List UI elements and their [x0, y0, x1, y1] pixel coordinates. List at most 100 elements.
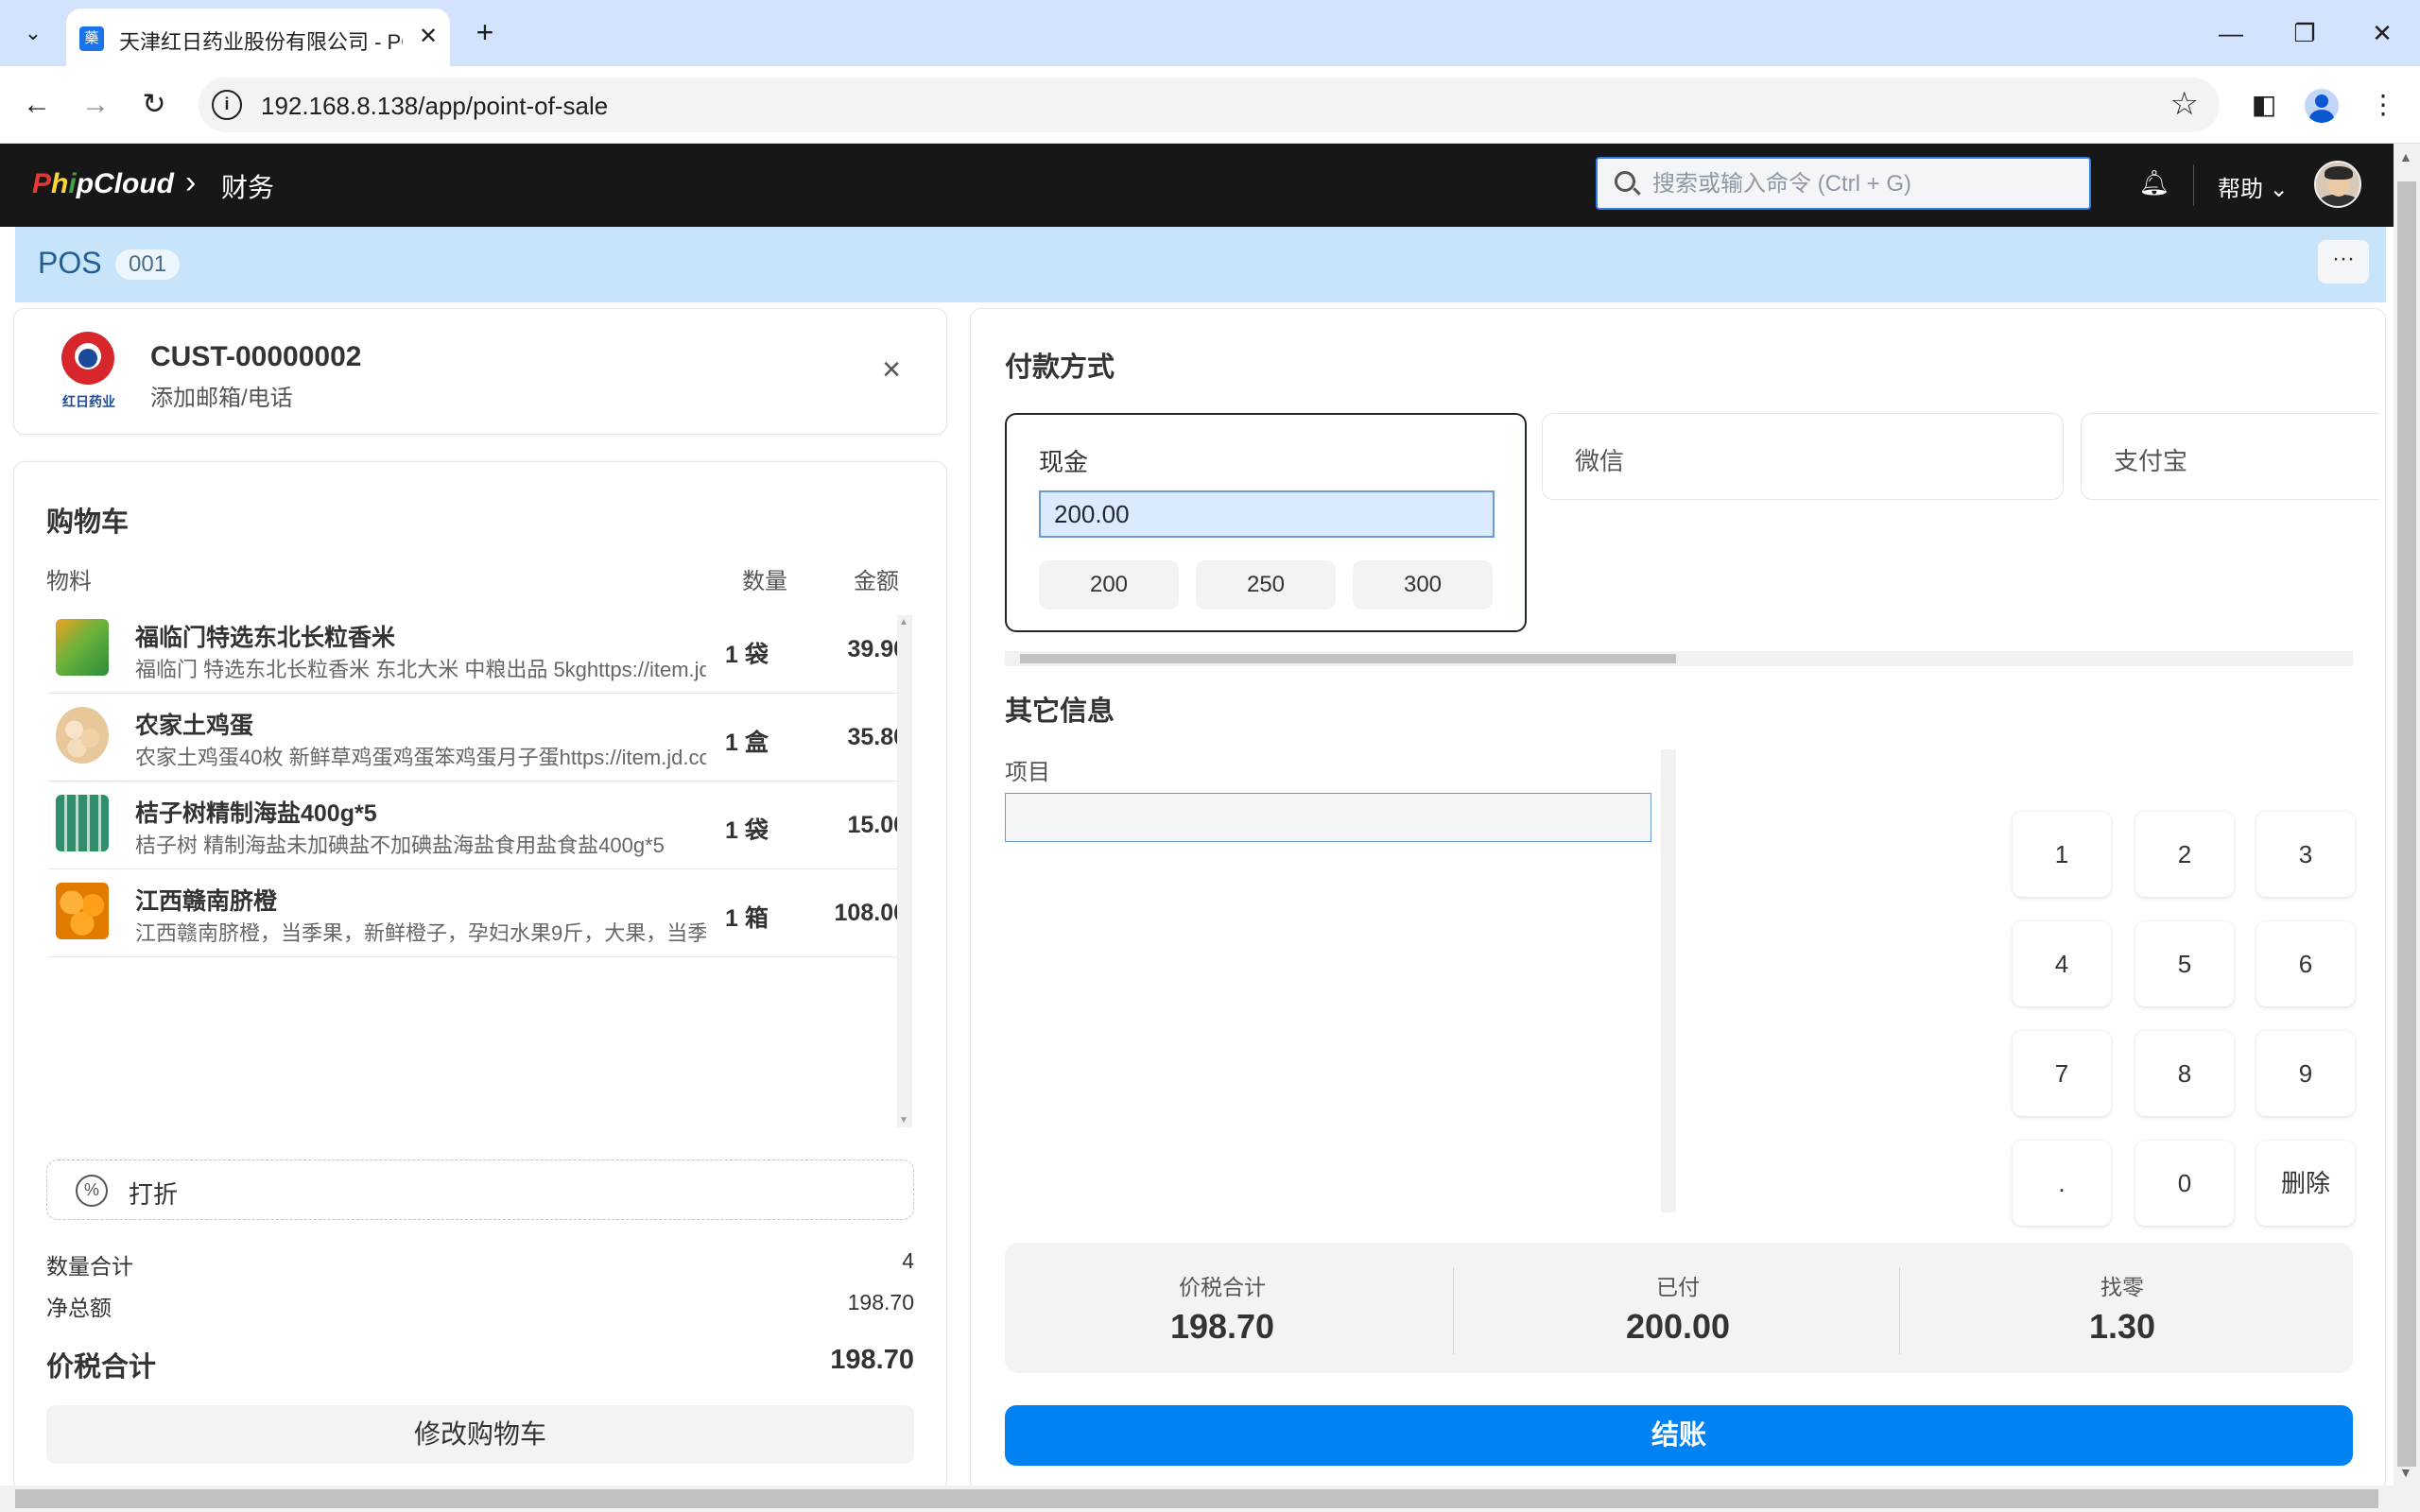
restore-window-icon[interactable]: ❐ [2276, 13, 2333, 53]
tab-favicon-icon: 藥 [79, 26, 104, 51]
payment-mode-label: 现金 [1039, 448, 1089, 476]
browser-menu-icon[interactable]: ⋮ [2363, 85, 2403, 125]
scroll-down-arrow-icon[interactable]: ▼ [899, 1115, 908, 1125]
browser-profile-icon[interactable] [2305, 89, 2339, 123]
item-name: 福临门特选东北长粒香米 [135, 625, 396, 651]
rice-bag-image [56, 619, 109, 676]
navbar-divider [2193, 164, 2194, 206]
other-info-title: 其它信息 [1005, 696, 1115, 727]
search-input[interactable] [1652, 170, 2068, 198]
keypad-key-8[interactable]: 8 [2135, 1031, 2234, 1116]
item-qty: 1 袋 [725, 817, 769, 844]
oranges-image [56, 883, 109, 939]
discount-button[interactable]: % 打折 [46, 1160, 914, 1220]
customer-logo: 红日药业 [56, 332, 122, 417]
site-info-icon[interactable]: i [212, 90, 242, 120]
total-change: 找零 1.30 [2088, 1275, 2156, 1346]
browser-tab-active[interactable]: 藥 天津红日药业股份有限公司 - POS ✕ [66, 9, 450, 66]
cash-amount-input[interactable] [1039, 490, 1495, 538]
keypad-key-0[interactable]: 0 [2135, 1141, 2234, 1226]
eggs-image [56, 707, 109, 764]
scroll-up-arrow-icon[interactable]: ▲ [899, 617, 908, 627]
cart-item[interactable]: 福临门特选东北长粒香米 福临门 特选东北长粒香米 东北大米 中粮出品 5kght… [48, 606, 908, 694]
page-horizontal-scrollbar[interactable] [0, 1486, 2420, 1512]
quick-amount-button[interactable]: 200 [1039, 560, 1179, 610]
item-name: 江西赣南脐橙 [135, 888, 278, 915]
keypad-key-9[interactable]: 9 [2256, 1031, 2355, 1116]
total-grand: 价税合计 198.70 [1169, 1275, 1275, 1346]
more-menu-button[interactable]: ··· [2318, 240, 2369, 284]
payment-mode-cash[interactable]: 现金 200 250 300 [1005, 413, 1527, 632]
user-avatar[interactable] [2314, 161, 2361, 208]
page-vertical-scrollbar[interactable]: ▲ ▼ [2394, 144, 2420, 1486]
browser-toolbar: ← → ↻ i 192.168.8.138/app/point-of-sale … [0, 66, 2420, 144]
payment-mode-wechat[interactable]: 微信 [1542, 413, 2064, 500]
edit-cart-button[interactable]: 修改购物车 [46, 1405, 914, 1464]
cart-card: 购物车 物料 数量 金额 福临门特选东北长粒香米 福临门 特选东北长粒香米 东北… [13, 461, 947, 1491]
qty-total-row: 数量合计 4 [46, 1248, 914, 1280]
keypad-key-7[interactable]: 7 [2013, 1031, 2111, 1116]
quick-amount-button[interactable]: 300 [1353, 560, 1493, 610]
cart-item-list: 福临门特选东北长粒香米 福临门 特选东北长粒香米 东北大米 中粮出品 5kght… [48, 606, 908, 957]
qty-total-value: 4 [902, 1248, 914, 1273]
keypad-key-4[interactable]: 4 [2013, 921, 2111, 1006]
side-panel-icon[interactable]: ◧ [2244, 85, 2284, 125]
payment-mode-alipay[interactable]: 支付宝 [2081, 413, 2379, 500]
keypad-key-dot[interactable]: . [2013, 1141, 2111, 1226]
keypad-key-5[interactable]: 5 [2135, 921, 2234, 1006]
new-tab-icon[interactable]: + [465, 13, 505, 53]
keypad-key-2[interactable]: 2 [2135, 812, 2234, 897]
remove-customer-close-icon[interactable]: × [873, 351, 910, 388]
cart-item[interactable]: 江西赣南脐橙 江西赣南脐橙，当季果，新鲜橙子，孕妇水果9斤，大果，当季 1 箱 … [48, 869, 908, 957]
item-amount: 39.90 [847, 636, 907, 662]
back-arrow-icon[interactable]: ← [17, 85, 57, 125]
close-window-icon[interactable]: ✕ [2354, 13, 2411, 53]
cart-item[interactable]: 桔子树精制海盐400g*5 桔子树 精制海盐未加碘盐不加碘盐海盐食用盐食盐400… [48, 782, 908, 869]
keypad-key-1[interactable]: 1 [2013, 812, 2111, 897]
phipcloud-logo[interactable]: PhipCloud [32, 168, 174, 200]
cart-scrollbar[interactable]: ▲ ▼ [897, 615, 912, 1127]
checkout-button[interactable]: 结账 [1005, 1405, 2353, 1466]
forward-arrow-icon[interactable]: → [76, 85, 115, 125]
item-desc: 农家土鸡蛋40枚 新鲜草鸡蛋鸡蛋笨鸡蛋月子蛋https://item.jd.co… [135, 746, 706, 769]
cart-col-amount: 金额 [854, 569, 899, 594]
bookmark-star-icon[interactable]: ☆ [2170, 85, 2199, 123]
customer-name: CUST-00000002 [150, 341, 362, 372]
customer-contact-prompt[interactable]: 添加邮箱/电话 [150, 379, 293, 412]
other-info-scrollbar[interactable] [1661, 749, 1676, 1212]
tab-search-chevron-icon[interactable]: ⌄ [13, 13, 53, 53]
reload-icon[interactable]: ↻ [134, 85, 174, 125]
search-icon [1615, 171, 1635, 192]
tab-title: 天津红日药业股份有限公司 - POS [119, 30, 403, 54]
net-total-label: 净总额 [46, 1296, 112, 1320]
cart-item[interactable]: 农家土鸡蛋 农家土鸡蛋40枚 新鲜草鸡蛋鸡蛋笨鸡蛋月子蛋https://item… [48, 694, 908, 782]
item-desc: 桔子树 精制海盐未加碘盐不加碘盐海盐食用盐食盐400g*5 [135, 833, 665, 857]
minimize-icon[interactable]: — [2203, 13, 2259, 53]
project-label: 项目 [1005, 760, 1050, 785]
item-qty: 1 箱 [725, 905, 769, 932]
pos-profile-badge: 001 [115, 249, 181, 280]
keypad-key-delete[interactable]: 删除 [2256, 1141, 2355, 1226]
address-url[interactable]: 192.168.8.138/app/point-of-sale [261, 92, 608, 121]
payment-modes-strip: 现金 200 250 300 微信 支付宝 [1005, 407, 2379, 653]
payment-modes-scrollbar[interactable] [1005, 651, 2353, 666]
search-bar[interactable] [1596, 157, 2091, 210]
item-name: 桔子树精制海盐400g*5 [135, 800, 377, 827]
payment-method-title: 付款方式 [1005, 352, 1115, 383]
quick-amount-button[interactable]: 250 [1196, 560, 1336, 610]
tab-close-icon[interactable]: ✕ [412, 21, 444, 53]
notification-bell-icon[interactable]: 🔔︎ [2138, 168, 2170, 202]
item-desc: 江西赣南脐橙，当季果，新鲜橙子，孕妇水果9斤，大果，当季 [135, 921, 706, 945]
keypad-key-6[interactable]: 6 [2256, 921, 2355, 1006]
total-paid: 已付 200.00 [1625, 1275, 1731, 1346]
keypad-key-3[interactable]: 3 [2256, 812, 2355, 897]
address-bar[interactable]: i 192.168.8.138/app/point-of-sale ☆ [199, 77, 2220, 132]
totals-divider [1899, 1267, 1900, 1354]
project-input[interactable] [1005, 793, 1651, 842]
help-dropdown[interactable]: 帮助 ⌄ [2218, 170, 2289, 203]
customer-card[interactable]: 红日药业 CUST-00000002 添加邮箱/电话 × [13, 308, 947, 435]
item-amount: 15.00 [847, 812, 907, 838]
item-name: 农家土鸡蛋 [135, 713, 254, 739]
breadcrumb-finance[interactable]: 财务 [221, 167, 274, 205]
grand-total-label: 价税合计 [46, 1352, 157, 1383]
